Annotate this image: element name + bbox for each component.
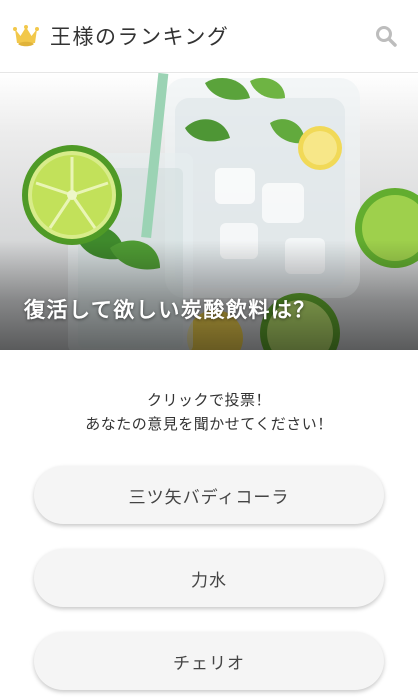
hero-banner: 復活して欲しい炭酸飲料は？ xyxy=(0,73,418,350)
vote-prompt: クリックで投票！ あなたの意見を聞かせてください！ xyxy=(0,388,418,436)
vote-option-button[interactable]: チェリオ xyxy=(34,632,384,690)
vote-prompt-line1: クリックで投票！ xyxy=(146,391,271,409)
vote-option-button[interactable]: 力水 xyxy=(34,549,384,607)
site-title: 王様のランキング xyxy=(50,25,230,49)
vote-prompt-line2: あなたの意見を聞かせてください！ xyxy=(85,415,333,433)
search-icon[interactable] xyxy=(374,24,398,48)
crown-icon xyxy=(13,25,39,47)
app-header: 王様のランキング xyxy=(0,0,418,73)
hero-title: 復活して欲しい炭酸飲料は？ xyxy=(24,298,316,322)
vote-option-button[interactable]: 三ツ矢バディコーラ xyxy=(34,466,384,524)
vote-choices: 三ツ矢バディコーラ 力水 チェリオ xyxy=(0,466,418,690)
site-logo[interactable]: 王様のランキング xyxy=(12,21,229,51)
